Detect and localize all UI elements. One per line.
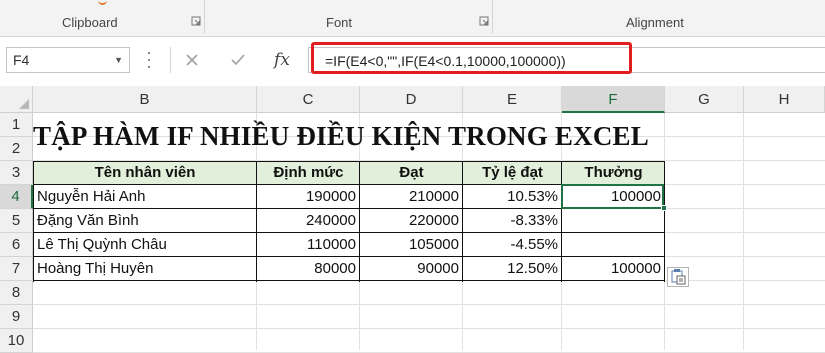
table-border-horizontal	[33, 208, 665, 209]
enter-button[interactable]	[218, 47, 258, 73]
worksheet-grid[interactable]: B C D E F G H 1 2 3 4 5 6 7 8 9 10 TẬP HÀM IF NHIỀU ĐIỀU …	[0, 86, 825, 353]
row-header-5[interactable]: 5	[0, 209, 33, 233]
table-border-horizontal	[33, 256, 665, 257]
table-cell[interactable]: 10.53%	[463, 185, 562, 209]
employee-name-cell[interactable]: Lê Thị Quỳnh Châu	[33, 233, 257, 257]
ribbon-separator	[492, 0, 493, 34]
dialog-launcher-icon[interactable]	[478, 15, 490, 27]
column-header-h[interactable]: H	[744, 86, 825, 113]
ribbon-partial-icon	[98, 0, 107, 5]
table-cell[interactable]: -8.33%	[463, 209, 562, 233]
alignment-group-label: Alignment	[626, 15, 684, 30]
table-cell[interactable]: 220000	[360, 209, 463, 233]
table-cell[interactable]: 210000	[360, 185, 463, 209]
table-header-cell[interactable]: Tỷ lệ đạt	[463, 161, 562, 185]
row-header-4[interactable]: 4	[0, 185, 33, 209]
table-border-vertical	[256, 161, 257, 282]
cancel-button[interactable]	[172, 47, 212, 73]
formula-input[interactable]: =IF(E4<0,"",IF(E4<0.1,10000,100000))	[308, 47, 825, 73]
row-header-1[interactable]: 1	[0, 113, 33, 137]
table-cell[interactable]: 105000	[360, 233, 463, 257]
clipboard-group-label: Clipboard	[62, 15, 118, 30]
row-header-2[interactable]: 2	[0, 137, 33, 161]
table-border-vertical	[664, 161, 665, 282]
table-cell[interactable]: 12.50%	[463, 257, 562, 281]
table-cell[interactable]: 100000	[562, 257, 665, 281]
name-box[interactable]: F4 ▼	[6, 47, 130, 73]
name-box-value: F4	[13, 52, 30, 68]
table-cell[interactable]: 100000	[562, 185, 665, 209]
column-header-c[interactable]: C	[257, 86, 360, 113]
column-header-f[interactable]: F	[562, 86, 665, 113]
dialog-launcher-icon[interactable]	[190, 15, 202, 27]
row-header-7[interactable]: 7	[0, 257, 33, 281]
table-border-vertical	[33, 161, 34, 282]
gridline-horizontal	[33, 328, 825, 329]
table-header-cell[interactable]: Đạt	[360, 161, 463, 185]
row-header-6[interactable]: 6	[0, 233, 33, 257]
table-border-vertical	[359, 161, 360, 282]
row-header-10[interactable]: 10	[0, 329, 33, 353]
check-icon	[231, 54, 245, 66]
table-cell[interactable]	[562, 233, 665, 257]
column-header-g[interactable]: G	[665, 86, 744, 113]
table-header-cell[interactable]: Thưởng	[562, 161, 665, 185]
table-cell[interactable]: -4.55%	[463, 233, 562, 257]
sheet-title[interactable]: TẬP HÀM IF NHIỀU ĐIỀU KIỆN TRONG EXCEL	[33, 121, 649, 151]
ribbon-separator	[204, 0, 205, 34]
font-group-label: Font	[326, 15, 353, 30]
table-cell[interactable]: 110000	[257, 233, 360, 257]
ribbon: Clipboard Font Alignment	[0, 0, 825, 37]
table-cell[interactable]	[562, 209, 665, 233]
formula-bar-separator	[170, 47, 171, 73]
table-cell[interactable]: 80000	[257, 257, 360, 281]
table-border-vertical	[462, 161, 463, 282]
table-border-horizontal	[33, 161, 665, 162]
row-header-8[interactable]: 8	[0, 281, 33, 305]
row-header-3[interactable]: 3	[0, 161, 33, 185]
table-cell[interactable]: 190000	[257, 185, 360, 209]
column-header-e[interactable]: E	[463, 86, 562, 113]
paste-options-icon[interactable]	[667, 267, 689, 287]
drag-handle-icon[interactable]	[146, 52, 152, 68]
table-cell[interactable]: 240000	[257, 209, 360, 233]
table-cell[interactable]: 90000	[360, 257, 463, 281]
table-border-vertical	[561, 161, 562, 282]
table-border-horizontal	[33, 280, 665, 281]
close-icon	[186, 54, 198, 66]
formula-bar: F4 ▼ fx =IF(E4<0,"",IF(E4<0.1,10000,1000…	[0, 37, 825, 85]
employee-name-cell[interactable]: Đặng Văn Bình	[33, 209, 257, 233]
employee-name-cell[interactable]: Hoàng Thị Huyên	[33, 257, 257, 281]
table-header-cell[interactable]: Định mức	[257, 161, 360, 185]
table-border-horizontal	[33, 232, 665, 233]
table-border-horizontal	[33, 184, 665, 185]
employee-name-cell[interactable]: Nguyễn Hải Anh	[33, 185, 257, 209]
chevron-down-icon[interactable]: ▼	[114, 48, 123, 72]
insert-function-button[interactable]: fx	[262, 47, 302, 73]
table-header-cell[interactable]: Tên nhân viên	[33, 161, 257, 185]
fill-handle[interactable]	[661, 205, 667, 211]
row-header-9[interactable]: 9	[0, 305, 33, 329]
select-all-button[interactable]	[0, 86, 33, 113]
gridline-horizontal	[33, 304, 825, 305]
column-header-b[interactable]: B	[33, 86, 257, 113]
fx-icon: fx	[274, 50, 290, 70]
column-header-d[interactable]: D	[360, 86, 463, 113]
